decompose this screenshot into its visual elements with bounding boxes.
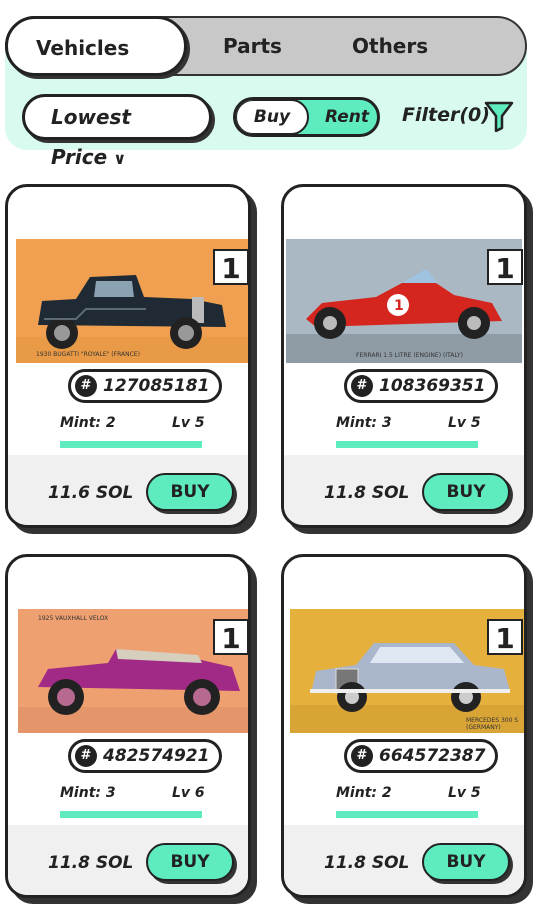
hash-icon: # (75, 745, 97, 767)
progress-bar (336, 811, 478, 818)
level: Lv 6 (172, 785, 205, 801)
progress-bar (60, 811, 202, 818)
mint-count: Mint: 2 (336, 785, 392, 801)
chevron-down-icon: ∨ (113, 149, 127, 168)
vehicle-card[interactable]: 1 1 FERRARI 1.5 LITRE (ENGINE) (ITALY) #… (281, 184, 527, 528)
hash-icon: # (351, 375, 373, 397)
price: 11.8 SOL (324, 483, 410, 503)
buy-button[interactable]: BUY (146, 843, 234, 881)
tab-vehicles[interactable]: Vehicles (5, 16, 187, 76)
svg-text:1: 1 (394, 298, 404, 314)
progress-bar (336, 441, 478, 448)
token-id-pill: # 664572387 (344, 739, 499, 773)
mint-count: Mint: 3 (336, 415, 392, 431)
token-id: 664572387 (379, 746, 486, 766)
level: Lv 5 (172, 415, 205, 431)
filter-button-label[interactable]: Filter(0) (402, 104, 490, 126)
level: Lv 5 (448, 415, 481, 431)
token-id-pill: # 482574921 (68, 739, 223, 773)
hash-icon: # (351, 745, 373, 767)
card-caption: 1925 VAUXHALL VELOX (38, 615, 109, 622)
buy-button[interactable]: BUY (422, 473, 510, 511)
rarity-badge: 1 (487, 249, 523, 285)
vehicle-card[interactable]: 1 MERCEDES 300 S (GERMANY) # 664572387 M… (281, 554, 527, 898)
price: 11.6 SOL (48, 483, 134, 503)
funnel-icon[interactable] (484, 100, 514, 132)
level: Lv 5 (448, 785, 481, 801)
card-footer: 11.6 SOL BUY (8, 455, 248, 525)
toggle-rent-option[interactable]: Rent (314, 100, 377, 134)
mint-count: Mint: 2 (60, 415, 116, 431)
buy-button[interactable]: BUY (422, 843, 510, 881)
mint-count: Mint: 3 (60, 785, 116, 801)
vehicle-card[interactable]: 1 1930 BUGATTI "ROYALE" (FRANCE) # 12708… (5, 184, 251, 528)
sort-dropdown[interactable]: Lowest Price ∨ (22, 94, 212, 169)
token-id: 127085181 (103, 376, 210, 396)
card-footer: 11.8 SOL BUY (284, 455, 524, 525)
toggle-buy-option[interactable]: Buy (236, 100, 309, 134)
rarity-badge: 1 (487, 619, 523, 655)
card-footer: 11.8 SOL BUY (284, 825, 524, 895)
tab-parts[interactable]: Parts (223, 18, 282, 74)
card-caption: MERCEDES 300 S (GERMANY) (466, 717, 519, 731)
hash-icon: # (75, 375, 97, 397)
card-caption: 1930 BUGATTI "ROYALE" (FRANCE) (36, 351, 140, 358)
category-tabs: Vehicles Parts Others (5, 16, 527, 76)
rarity-badge: 1 (213, 249, 248, 285)
token-id: 482574921 (103, 746, 210, 766)
token-id-pill: # 127085181 (68, 369, 223, 403)
rarity-badge: 1 (213, 619, 248, 655)
progress-bar (60, 441, 202, 448)
tab-others[interactable]: Others (352, 18, 428, 74)
token-id: 108369351 (379, 376, 486, 396)
card-caption: FERRARI 1.5 LITRE (ENGINE) (ITALY) (356, 352, 463, 359)
buy-button[interactable]: BUY (146, 473, 234, 511)
buy-rent-toggle[interactable]: Buy Rent (233, 97, 380, 137)
token-id-pill: # 108369351 (344, 369, 499, 403)
price: 11.8 SOL (48, 853, 134, 873)
price: 11.8 SOL (324, 853, 410, 873)
card-footer: 11.8 SOL BUY (8, 825, 248, 895)
vehicle-card[interactable]: 1 1925 VAUXHALL VELOX # 482574921 Mint: … (5, 554, 251, 898)
